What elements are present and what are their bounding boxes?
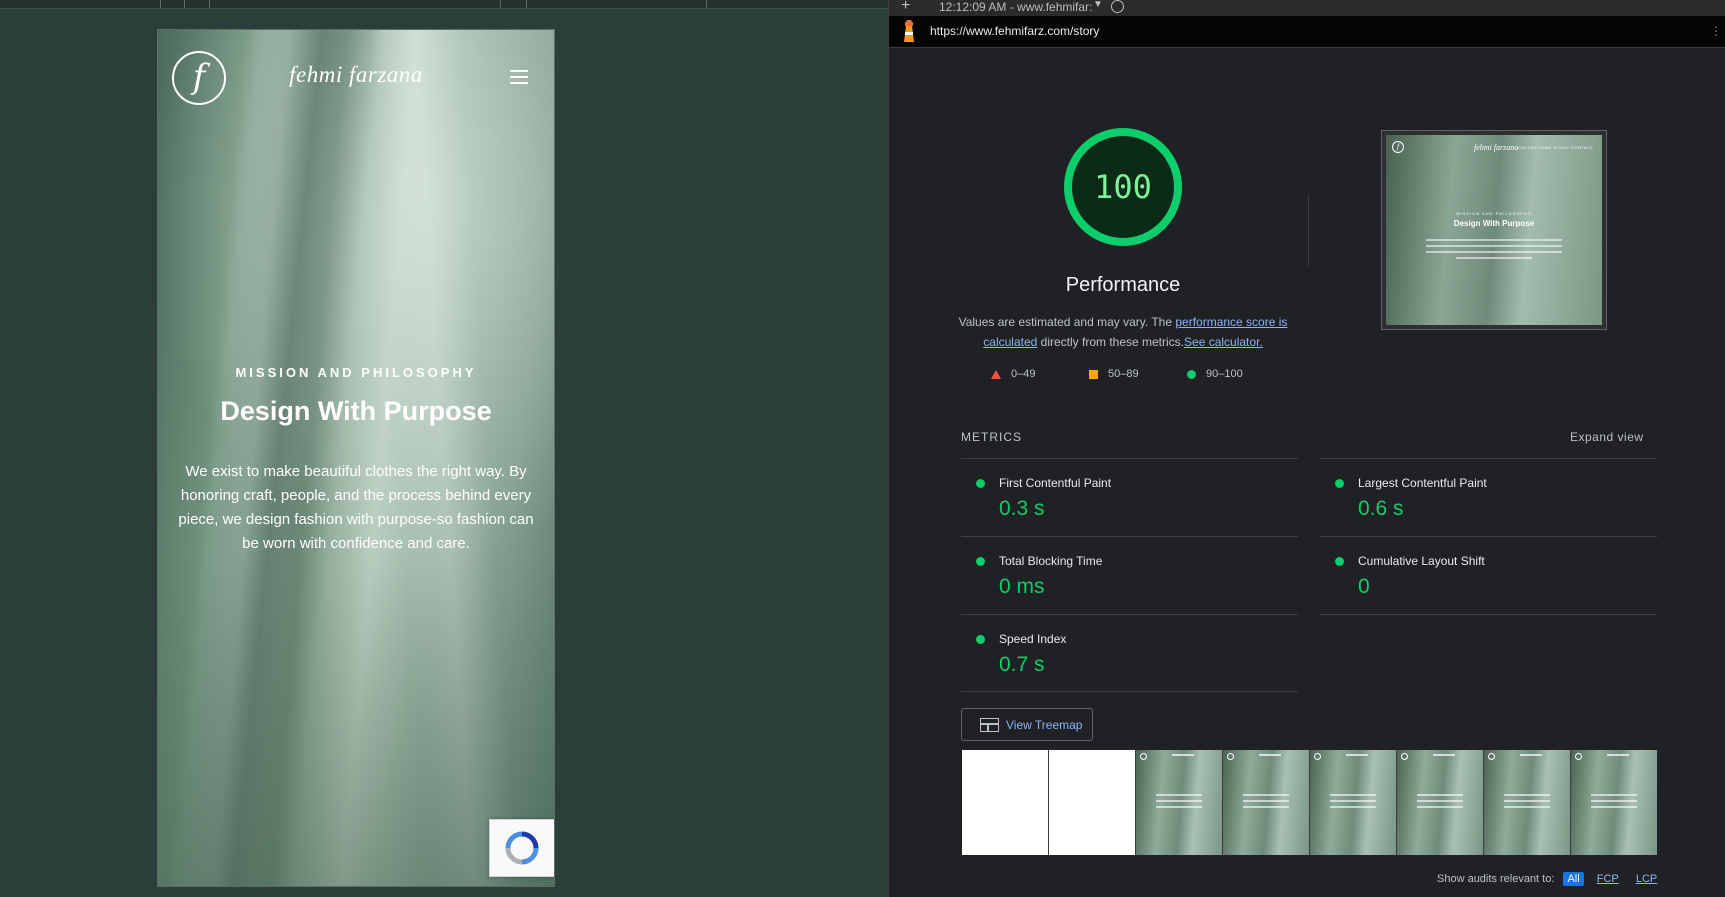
legend-label: 0–49 bbox=[1011, 368, 1036, 380]
thumbnail-image: f fehmi farzana COLLECTIONS STORY CONTAC… bbox=[1386, 135, 1602, 325]
filmstrip bbox=[962, 750, 1658, 855]
menu-icon[interactable] bbox=[510, 70, 528, 84]
report-url-bar: https://www.fehmifarz.com/story ⋮ bbox=[889, 16, 1725, 48]
clear-icon[interactable] bbox=[1111, 0, 1124, 13]
metric-lcp: Largest Contentful Paint 0.6 s bbox=[1320, 458, 1657, 536]
filmstrip-frame bbox=[1571, 750, 1657, 855]
thumbnail-eyebrow: MISSION AND PHILOSOPHY bbox=[1456, 211, 1532, 216]
thumbnail-text-line bbox=[1426, 245, 1562, 247]
audit-filter-label: Show audits relevant to: bbox=[1437, 873, 1555, 885]
thumbnail-text-line bbox=[1426, 251, 1562, 253]
audit-filter-lcp[interactable]: LCP bbox=[1632, 872, 1661, 886]
hero-headline: Design With Purpose bbox=[220, 396, 492, 426]
desc-text: Values are estimated and may vary. The bbox=[958, 315, 1176, 329]
legend-item-average: 50–89 bbox=[1089, 368, 1139, 380]
more-options-icon[interactable]: ⋮ bbox=[1710, 24, 1722, 38]
audit-filter-fcp[interactable]: FCP bbox=[1593, 872, 1623, 886]
site-brand-name[interactable]: fehmi farzana bbox=[158, 62, 554, 88]
ruler-tick bbox=[184, 0, 185, 8]
pass-dot-icon bbox=[976, 479, 985, 488]
see-calculator-link[interactable]: See calculator. bbox=[1184, 335, 1263, 349]
audit-filter-all[interactable]: All bbox=[1563, 872, 1584, 886]
view-treemap-button[interactable]: View Treemap bbox=[961, 708, 1093, 741]
pass-dot-icon bbox=[976, 557, 985, 566]
triangle-icon bbox=[991, 369, 1001, 379]
metric-value: 0 ms bbox=[999, 575, 1045, 598]
filmstrip-frame bbox=[1310, 750, 1397, 855]
section-eyebrow: MISSION AND PHILOSOPHY bbox=[235, 365, 477, 380]
metric-divider bbox=[1320, 614, 1657, 615]
final-screenshot-thumbnail[interactable]: f fehmi farzana COLLECTIONS STORY CONTAC… bbox=[1381, 130, 1607, 330]
divider bbox=[1308, 196, 1309, 266]
metric-value: 0 bbox=[1358, 575, 1370, 598]
circle-icon bbox=[1187, 369, 1196, 379]
performance-score: 100 bbox=[1094, 168, 1152, 206]
legend-item-pass: 90–100 bbox=[1187, 368, 1243, 380]
pass-dot-icon bbox=[1335, 479, 1344, 488]
ruler-tick bbox=[706, 0, 707, 8]
filmstrip-frame bbox=[962, 750, 1049, 855]
category-title: Performance bbox=[1065, 274, 1181, 296]
metric-name: Largest Contentful Paint bbox=[1358, 476, 1487, 490]
new-report-icon[interactable]: + bbox=[901, 0, 910, 15]
score-legend: 0–49 50–89 90–100 bbox=[991, 368, 1291, 384]
chevron-down-icon[interactable]: ▼ bbox=[1093, 0, 1103, 10]
audit-filter-row: Show audits relevant to: All FCP LCP bbox=[1437, 872, 1661, 886]
metric-value: 0.6 s bbox=[1358, 497, 1404, 520]
expand-view-toggle[interactable]: Expand view bbox=[1570, 430, 1644, 444]
page-preview-pane: f fehmi farzana MISSION AND PHILOSOPHY D… bbox=[0, 0, 888, 897]
thumbnail-text-line bbox=[1456, 257, 1532, 259]
treemap-label: View Treemap bbox=[1006, 718, 1083, 732]
metric-si: Speed Index 0.7 s bbox=[961, 614, 1298, 692]
ruler-tick bbox=[500, 0, 501, 8]
pass-dot-icon bbox=[1335, 557, 1344, 566]
desc-text: directly from these metrics. bbox=[1037, 335, 1185, 349]
thumbnail-nav: COLLECTIONS STORY CONTACT bbox=[1518, 145, 1594, 150]
metric-name: First Contentful Paint bbox=[999, 476, 1112, 490]
hero-body-text: We exist to make beautiful clothes the r… bbox=[178, 463, 534, 552]
metrics-heading: METRICS bbox=[961, 430, 1022, 444]
square-icon bbox=[1089, 369, 1098, 379]
score-description: Values are estimated and may vary. The p… bbox=[957, 312, 1289, 352]
recaptcha-icon bbox=[505, 831, 539, 865]
metric-name: Total Blocking Time bbox=[999, 554, 1103, 568]
thumbnail-text-line bbox=[1426, 239, 1562, 241]
metric-name: Speed Index bbox=[999, 632, 1067, 646]
report-url: https://www.fehmifarz.com/story bbox=[930, 24, 1100, 38]
filmstrip-frame bbox=[1484, 750, 1571, 855]
metric-tbt: Total Blocking Time 0 ms bbox=[961, 536, 1298, 614]
lighthouse-report-pane: + 12:12:09 AM - www.fehmifar: ▼ https://… bbox=[888, 0, 1725, 897]
thumbnail-logo: f bbox=[1392, 141, 1404, 153]
lighthouse-icon bbox=[904, 20, 914, 42]
mobile-site-preview: f fehmi farzana MISSION AND PHILOSOPHY D… bbox=[157, 29, 555, 887]
metric-value: 0.7 s bbox=[999, 653, 1045, 676]
filmstrip-frame bbox=[1136, 750, 1223, 855]
treemap-icon bbox=[980, 718, 999, 732]
filmstrip-frame bbox=[1397, 750, 1484, 855]
report-tab-bar: + 12:12:09 AM - www.fehmifar: ▼ bbox=[889, 0, 1725, 16]
performance-gauge: 100 bbox=[1063, 127, 1183, 247]
recaptcha-badge[interactable] bbox=[489, 819, 554, 877]
filmstrip-frame bbox=[1049, 750, 1136, 855]
thumbnail-headline: Design With Purpose bbox=[1453, 219, 1535, 228]
metric-name: Cumulative Layout Shift bbox=[1358, 554, 1485, 568]
legend-label: 50–89 bbox=[1108, 368, 1139, 380]
legend-label: 90–100 bbox=[1206, 368, 1243, 380]
ruler-tick bbox=[526, 0, 527, 8]
report-selector[interactable]: 12:12:09 AM - www.fehmifar: bbox=[939, 0, 1092, 14]
legend-item-fail: 0–49 bbox=[991, 368, 1035, 380]
ruler-bar bbox=[0, 0, 888, 9]
pass-dot-icon bbox=[976, 635, 985, 644]
metric-cls: Cumulative Layout Shift 0 bbox=[1320, 536, 1657, 614]
metric-value: 0.3 s bbox=[999, 497, 1045, 520]
divider bbox=[961, 691, 1298, 692]
metric-fcp: First Contentful Paint 0.3 s bbox=[961, 458, 1298, 536]
filmstrip-frame bbox=[1223, 750, 1310, 855]
ruler-tick bbox=[209, 0, 210, 8]
thumbnail-brand: fehmi farzana bbox=[1474, 143, 1519, 152]
ruler-tick bbox=[160, 0, 161, 8]
